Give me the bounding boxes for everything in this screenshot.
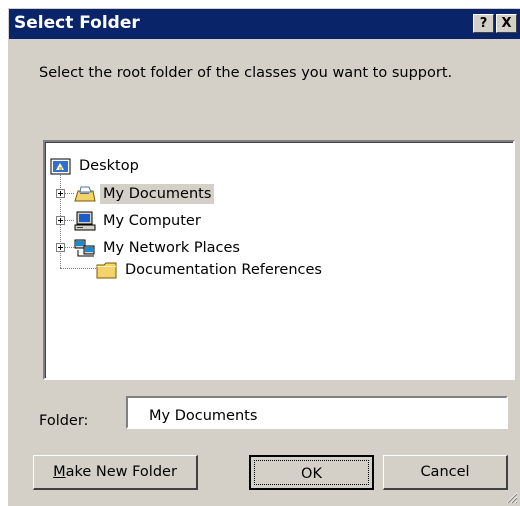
network-places-icon [74, 239, 95, 257]
resize-grip-icon[interactable] [504, 490, 518, 504]
folder-tree-viewport: Desktop My Documents My Computer My Netw… [45, 142, 513, 378]
tree-node-label: My Documents [100, 184, 215, 204]
dialog-title: Select Folder [14, 13, 140, 33]
tree-node-label: My Computer [103, 213, 201, 229]
expand-icon[interactable] [56, 243, 65, 252]
ok-button-label: OK [254, 460, 369, 485]
tree-node-my-network-places[interactable]: My Network Places [56, 238, 316, 260]
folder-input[interactable] [126, 396, 508, 429]
make-new-folder-button[interactable]: Make New Folder [33, 455, 198, 490]
title-bar[interactable]: Select Folder ? X [9, 9, 520, 39]
close-button[interactable]: X [496, 14, 517, 33]
tree-node-my-documents[interactable]: My Documents [56, 184, 306, 206]
tree-node-label: Desktop [79, 158, 139, 174]
cancel-button[interactable]: Cancel [383, 455, 508, 490]
expand-icon[interactable] [56, 216, 65, 225]
folder-tree[interactable]: Desktop My Documents My Computer My Netw… [43, 140, 515, 380]
tree-node-label: Documentation References [125, 262, 322, 278]
folder-icon [96, 262, 117, 279]
tree-node-label: My Network Places [103, 240, 240, 256]
instruction-text: Select the root folder of the classes yo… [39, 65, 453, 81]
my-documents-icon [74, 186, 96, 202]
button-label: ake New Folder [65, 464, 177, 480]
ok-button[interactable]: OK [249, 455, 374, 490]
select-folder-dialog: Select Folder ? X Select the root folder… [8, 8, 520, 506]
accelerator-key: M [53, 464, 66, 480]
tree-node-my-computer[interactable]: My Computer [56, 211, 306, 233]
my-computer-icon [74, 211, 96, 231]
tree-node-documentation-references[interactable]: Documentation References [74, 260, 394, 282]
folder-label: Folder: [39, 413, 89, 429]
desktop-icon [50, 158, 71, 175]
tree-node-desktop[interactable]: Desktop [50, 156, 250, 178]
expand-icon[interactable] [56, 189, 65, 198]
help-button[interactable]: ? [473, 14, 494, 33]
